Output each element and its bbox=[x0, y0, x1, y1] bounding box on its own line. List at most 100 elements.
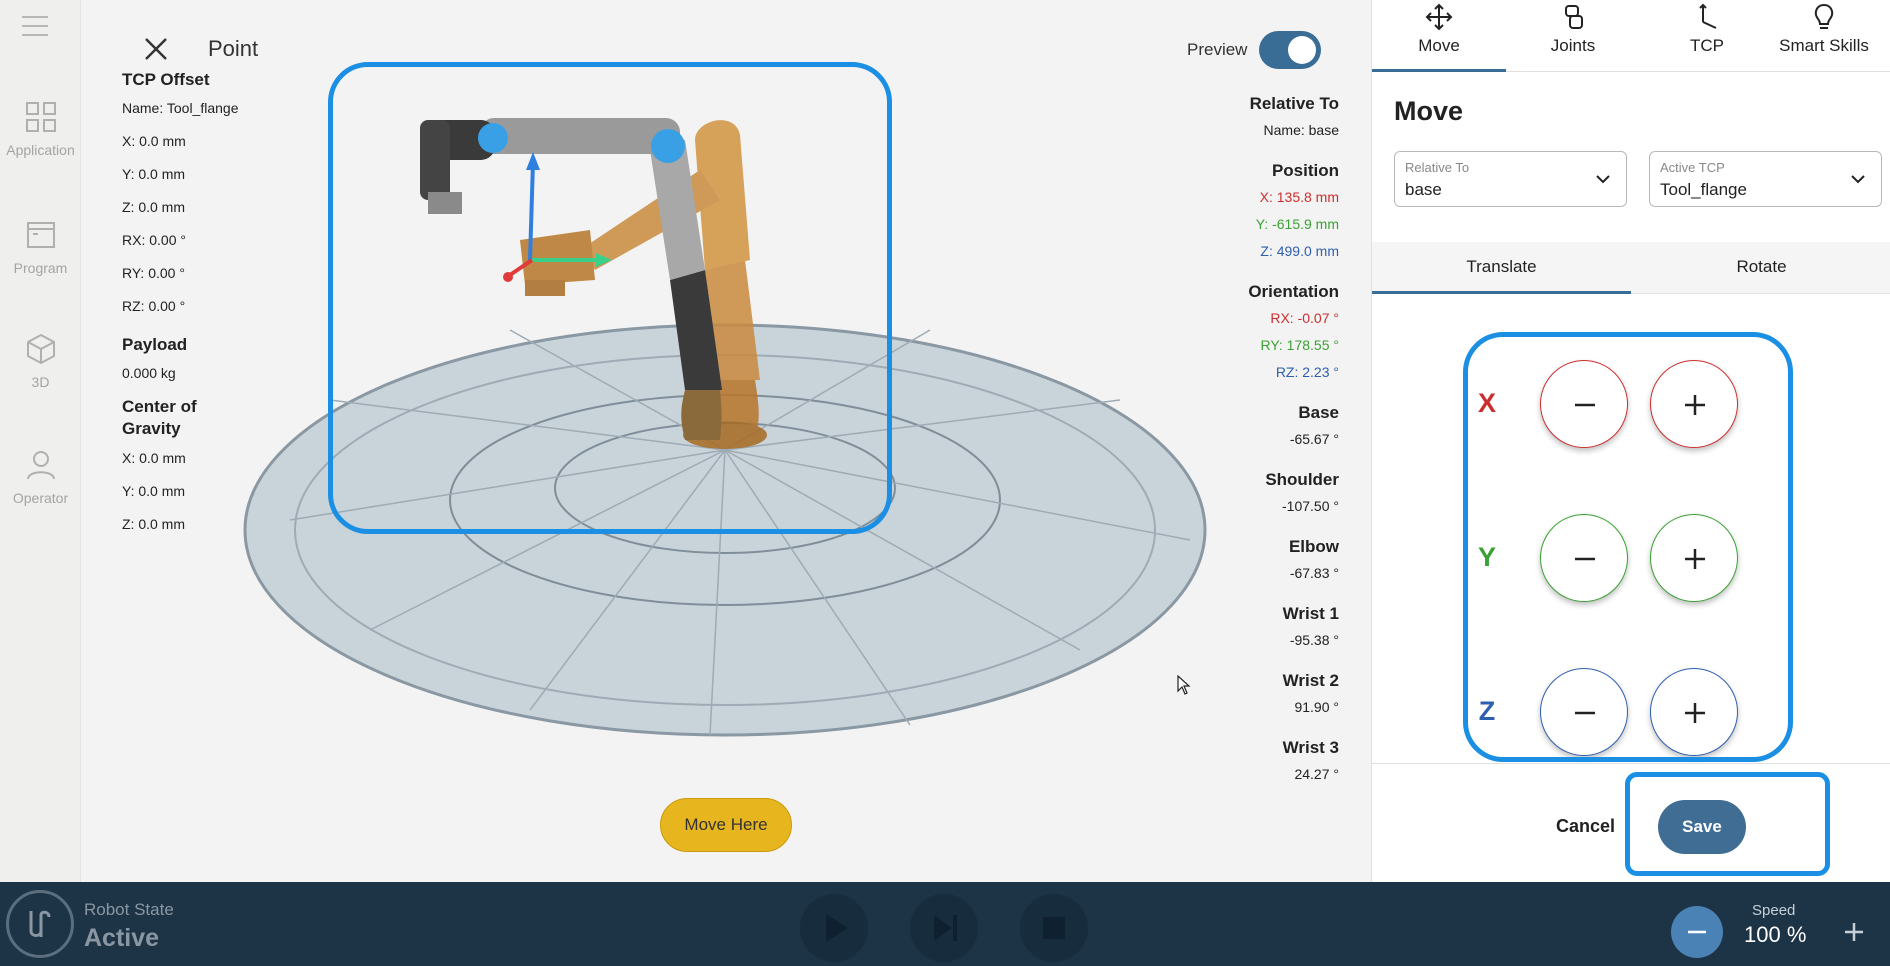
minus-icon bbox=[1688, 930, 1706, 934]
cog-y: Y: 0.0 mm bbox=[122, 483, 186, 499]
cancel-button[interactable]: Cancel bbox=[1556, 816, 1615, 837]
pose-info-panel: Relative To Name: base Position X: 135.8… bbox=[1179, 94, 1339, 791]
step-button[interactable] bbox=[910, 894, 978, 962]
tcp-y: Y: 0.0 mm bbox=[122, 166, 186, 182]
menu-icon[interactable] bbox=[22, 16, 48, 36]
page-title: Point bbox=[208, 36, 259, 61]
program-icon bbox=[24, 218, 58, 252]
tab-label: Move bbox=[1418, 36, 1460, 55]
tab-joints[interactable]: Joints bbox=[1506, 0, 1640, 72]
cog-z: Z: 0.0 mm bbox=[122, 516, 186, 532]
chevron-down-icon bbox=[1596, 175, 1610, 184]
play-icon bbox=[826, 914, 848, 942]
sidebar-item-label: 3D bbox=[31, 374, 50, 390]
joint-name: Wrist 3 bbox=[1282, 738, 1339, 757]
lightbulb-icon bbox=[1809, 2, 1839, 32]
tcp-offset-heading: TCP Offset bbox=[122, 70, 210, 89]
sidebar-item-label: Application bbox=[6, 142, 75, 158]
sidebar-item-operator[interactable]: Operator bbox=[0, 448, 81, 506]
speed-increase-button[interactable] bbox=[1828, 906, 1880, 958]
select-value: Tool_flange bbox=[1660, 180, 1747, 199]
tcp-rz: RZ: 0.00 ° bbox=[122, 298, 186, 314]
sidebar-item-3d[interactable]: 3D bbox=[0, 332, 81, 390]
ur-logo-icon bbox=[6, 890, 74, 958]
sidebar-item-program[interactable]: Program bbox=[0, 218, 81, 276]
robot-state-value: Active bbox=[84, 924, 160, 952]
highlight-save bbox=[1625, 772, 1830, 876]
position-heading: Position bbox=[1271, 161, 1339, 180]
joint-value: 24.27 ° bbox=[1294, 766, 1339, 782]
speed-decrease-button[interactable] bbox=[1671, 906, 1723, 958]
relative-to-select[interactable]: Relative To base bbox=[1394, 151, 1627, 207]
subtabs: Translate Rotate bbox=[1372, 242, 1890, 294]
position-x: X: 135.8 mm bbox=[1259, 189, 1339, 205]
sidebar-item-application[interactable]: Application bbox=[0, 100, 81, 158]
close-icon[interactable] bbox=[143, 36, 169, 62]
joint-name: Shoulder bbox=[1265, 470, 1339, 489]
joint-name: Base bbox=[1298, 403, 1339, 422]
preview-toggle[interactable] bbox=[1259, 31, 1321, 69]
payload-value: 0.000 kg bbox=[122, 365, 176, 381]
joint-value: -95.38 ° bbox=[1289, 632, 1339, 648]
joints-icon bbox=[1558, 2, 1588, 32]
joint-value: -107.50 ° bbox=[1282, 498, 1339, 514]
tcp-info-panel: TCP Offset Name: Tool_flange X: 0.0 mm Y… bbox=[122, 70, 282, 547]
left-nav-rail: Application Program 3D Operator bbox=[0, 0, 81, 882]
tcp-ry: RY: 0.00 ° bbox=[122, 265, 185, 281]
speed-value: 100 % bbox=[1744, 922, 1807, 947]
preview-label: Preview bbox=[1187, 40, 1248, 59]
app-root: Application Program 3D Operator Point Pr… bbox=[0, 0, 1890, 966]
tcp-icon bbox=[1692, 2, 1722, 32]
highlight-jog-controls bbox=[1463, 332, 1793, 762]
speed-caption: Speed bbox=[1752, 902, 1796, 919]
joint-value: -67.83 ° bbox=[1289, 565, 1339, 581]
orientation-ry: RY: 178.55 ° bbox=[1260, 337, 1339, 353]
sidebar-item-label: Operator bbox=[12, 490, 69, 506]
tcp-name: Name: Tool_flange bbox=[122, 100, 239, 116]
relative-heading: Relative To bbox=[1249, 94, 1339, 113]
tab-smart-skills[interactable]: Smart Skills bbox=[1757, 0, 1890, 72]
orientation-heading: Orientation bbox=[1248, 282, 1339, 301]
joint-value: -65.67 ° bbox=[1289, 431, 1339, 447]
tab-label: Joints bbox=[1550, 36, 1596, 55]
joint-value: 91.90 ° bbox=[1294, 699, 1339, 715]
relative-name: Name: base bbox=[1263, 122, 1339, 138]
cog-heading: Center of Gravity bbox=[122, 397, 197, 438]
chevron-down-icon bbox=[1851, 175, 1865, 184]
sidebar-item-label: Program bbox=[13, 260, 68, 276]
active-tcp-select[interactable]: Active TCP Tool_flange bbox=[1649, 151, 1882, 207]
stop-icon bbox=[1043, 917, 1065, 939]
select-value: base bbox=[1405, 180, 1442, 199]
play-button[interactable] bbox=[800, 894, 868, 962]
robot-state-caption: Robot State bbox=[84, 900, 174, 919]
joint-name: Wrist 1 bbox=[1282, 604, 1339, 623]
panel-title: Move bbox=[1394, 96, 1464, 126]
tab-move[interactable]: Move bbox=[1372, 0, 1506, 72]
toggle-knob bbox=[1288, 36, 1316, 64]
tab-tcp[interactable]: TCP bbox=[1640, 0, 1774, 72]
tcp-x: X: 0.0 mm bbox=[122, 133, 186, 149]
tab-label: Smart Skills bbox=[1779, 36, 1869, 55]
mouse-cursor-icon bbox=[1177, 675, 1191, 695]
plus-icon bbox=[1845, 923, 1863, 941]
tcp-rx: RX: 0.00 ° bbox=[122, 232, 186, 248]
person-icon bbox=[24, 448, 58, 482]
panel-tabs: Move Joints TCP Smart Skills bbox=[1372, 0, 1890, 72]
stop-button[interactable] bbox=[1020, 894, 1088, 962]
orientation-rx: RX: -0.07 ° bbox=[1270, 310, 1339, 326]
cog-x: X: 0.0 mm bbox=[122, 450, 186, 466]
position-z: Z: 499.0 mm bbox=[1260, 243, 1339, 259]
tab-translate[interactable]: Translate bbox=[1372, 242, 1631, 294]
select-caption: Active TCP bbox=[1660, 160, 1725, 175]
tab-rotate[interactable]: Rotate bbox=[1632, 242, 1890, 294]
select-caption: Relative To bbox=[1405, 160, 1470, 175]
status-bar: Robot State Active Speed 100 % bbox=[0, 882, 1890, 966]
joint-name: Elbow bbox=[1288, 537, 1339, 556]
joint-name: Wrist 2 bbox=[1282, 671, 1339, 690]
tcp-z: Z: 0.0 mm bbox=[122, 199, 186, 215]
payload-heading: Payload bbox=[122, 335, 188, 354]
highlight-robot-view bbox=[328, 62, 892, 534]
cube-icon bbox=[24, 332, 58, 366]
move-arrows-icon bbox=[1424, 2, 1454, 32]
move-here-button[interactable]: Move Here bbox=[660, 798, 792, 852]
